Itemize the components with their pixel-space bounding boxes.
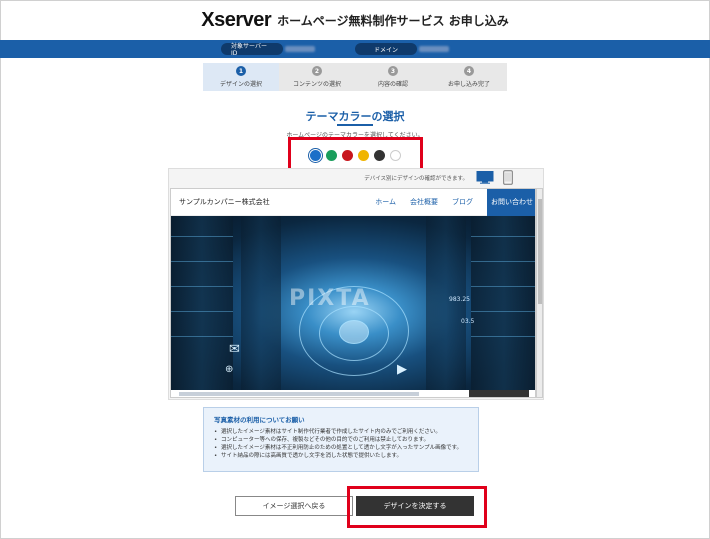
color-swatch-black[interactable] — [374, 149, 385, 161]
title-underline — [337, 124, 373, 126]
site-footer-strip — [171, 390, 535, 397]
step-number: 3 — [388, 66, 398, 76]
notice-item: 選択したイメージ素材はサイト制作代行業者で作成したサイト内のみでご利用ください。 — [214, 428, 468, 436]
page-header: Xserver ホームページ無料制作サービス お申し込み — [0, 0, 710, 40]
step-confirm: 3 内容の確認 — [355, 63, 431, 91]
site-header: サンプルカンパニー株式会社 ホーム 会社概要 ブログ お問い合わせ — [171, 189, 535, 216]
notice-item: 選択したイメージ素材は不正利用防止のための処置として透かし文字が入ったサンプル画… — [214, 444, 468, 452]
server-id-value-redacted — [285, 46, 315, 52]
step-number: 4 — [464, 66, 474, 76]
step-label: お申し込み完了 — [447, 81, 490, 88]
step-label: コンテンツの選択 — [292, 81, 341, 88]
domain-label: ドメイン — [355, 43, 417, 55]
mail-icon: ✉ — [229, 342, 240, 357]
color-swatch-red[interactable] — [342, 149, 353, 161]
site-nav-home[interactable]: ホーム — [375, 197, 396, 207]
scrollbar-thumb[interactable] — [538, 199, 542, 304]
step-number: 1 — [236, 66, 246, 76]
color-swatch-white[interactable] — [390, 149, 401, 161]
desktop-device-icon[interactable] — [476, 171, 494, 184]
page-title: ホームページ無料制作サービス お申し込み — [277, 13, 509, 28]
step-content: 2 コンテンツの選択 — [279, 63, 355, 91]
notice-title: 写真素材の利用についてお願い — [214, 416, 305, 424]
theme-color-title: テーマカラーの選択 — [305, 110, 405, 123]
decide-design-button[interactable]: デザインを決定する — [356, 496, 474, 516]
progress-steps: 1 デザインの選択 2 コンテンツの選択 3 内容の確認 4 お申し込み完了 — [203, 63, 507, 91]
site-preview-frame: サンプルカンパニー株式会社 ホーム 会社概要 ブログ お問い合わせ PIXTA … — [170, 188, 536, 398]
device-hint: デバイス別にデザインの確認ができます。 — [364, 176, 468, 182]
account-info-bar: 対象サーバーID ドメイン — [0, 40, 710, 58]
domain-value-redacted — [419, 46, 449, 52]
step-complete: 4 お申し込み完了 — [431, 63, 507, 91]
globe-icon: ⊕ — [225, 364, 234, 375]
color-swatch-blue[interactable] — [310, 149, 321, 161]
site-nav-about[interactable]: 会社概要 — [410, 197, 438, 207]
step-label: 内容の確認 — [377, 81, 408, 88]
back-to-image-select-button[interactable]: イメージ選択へ戻る — [235, 496, 353, 516]
pixta-watermark: PIXTA — [289, 286, 371, 311]
color-swatch-green[interactable] — [326, 149, 337, 161]
site-nav-blog[interactable]: ブログ — [452, 197, 473, 207]
notice-item: コンピューター等への保存、複製などその他の目的でのご利用は禁止しております。 — [214, 436, 468, 444]
preview-scrollbar[interactable] — [536, 188, 543, 398]
site-company-name: サンプルカンパニー株式会社 — [179, 198, 270, 206]
step-number: 2 — [312, 66, 322, 76]
notice-item: サイト納品の際には高画質で透かし文字を消した状態で提供いたします。 — [214, 452, 468, 460]
xserver-logo: Xserver — [201, 8, 272, 31]
step-design: 1 デザインの選択 — [203, 63, 279, 91]
smartphone-device-icon[interactable] — [503, 170, 513, 185]
play-icon: ▶ — [397, 362, 407, 377]
image-usage-notice: 写真素材の利用についてお願い 選択したイメージ素材はサイト制作代行業者で作成した… — [203, 407, 479, 472]
site-contact-button[interactable]: お問い合わせ — [487, 189, 535, 216]
hero-image: PIXTA 983.25 03.5 ✉ ▶ ⊕ — [171, 216, 535, 390]
step-label: デザインの選択 — [219, 81, 262, 88]
server-id-label: 対象サーバーID — [221, 43, 283, 57]
color-swatch-yellow[interactable] — [358, 149, 369, 161]
